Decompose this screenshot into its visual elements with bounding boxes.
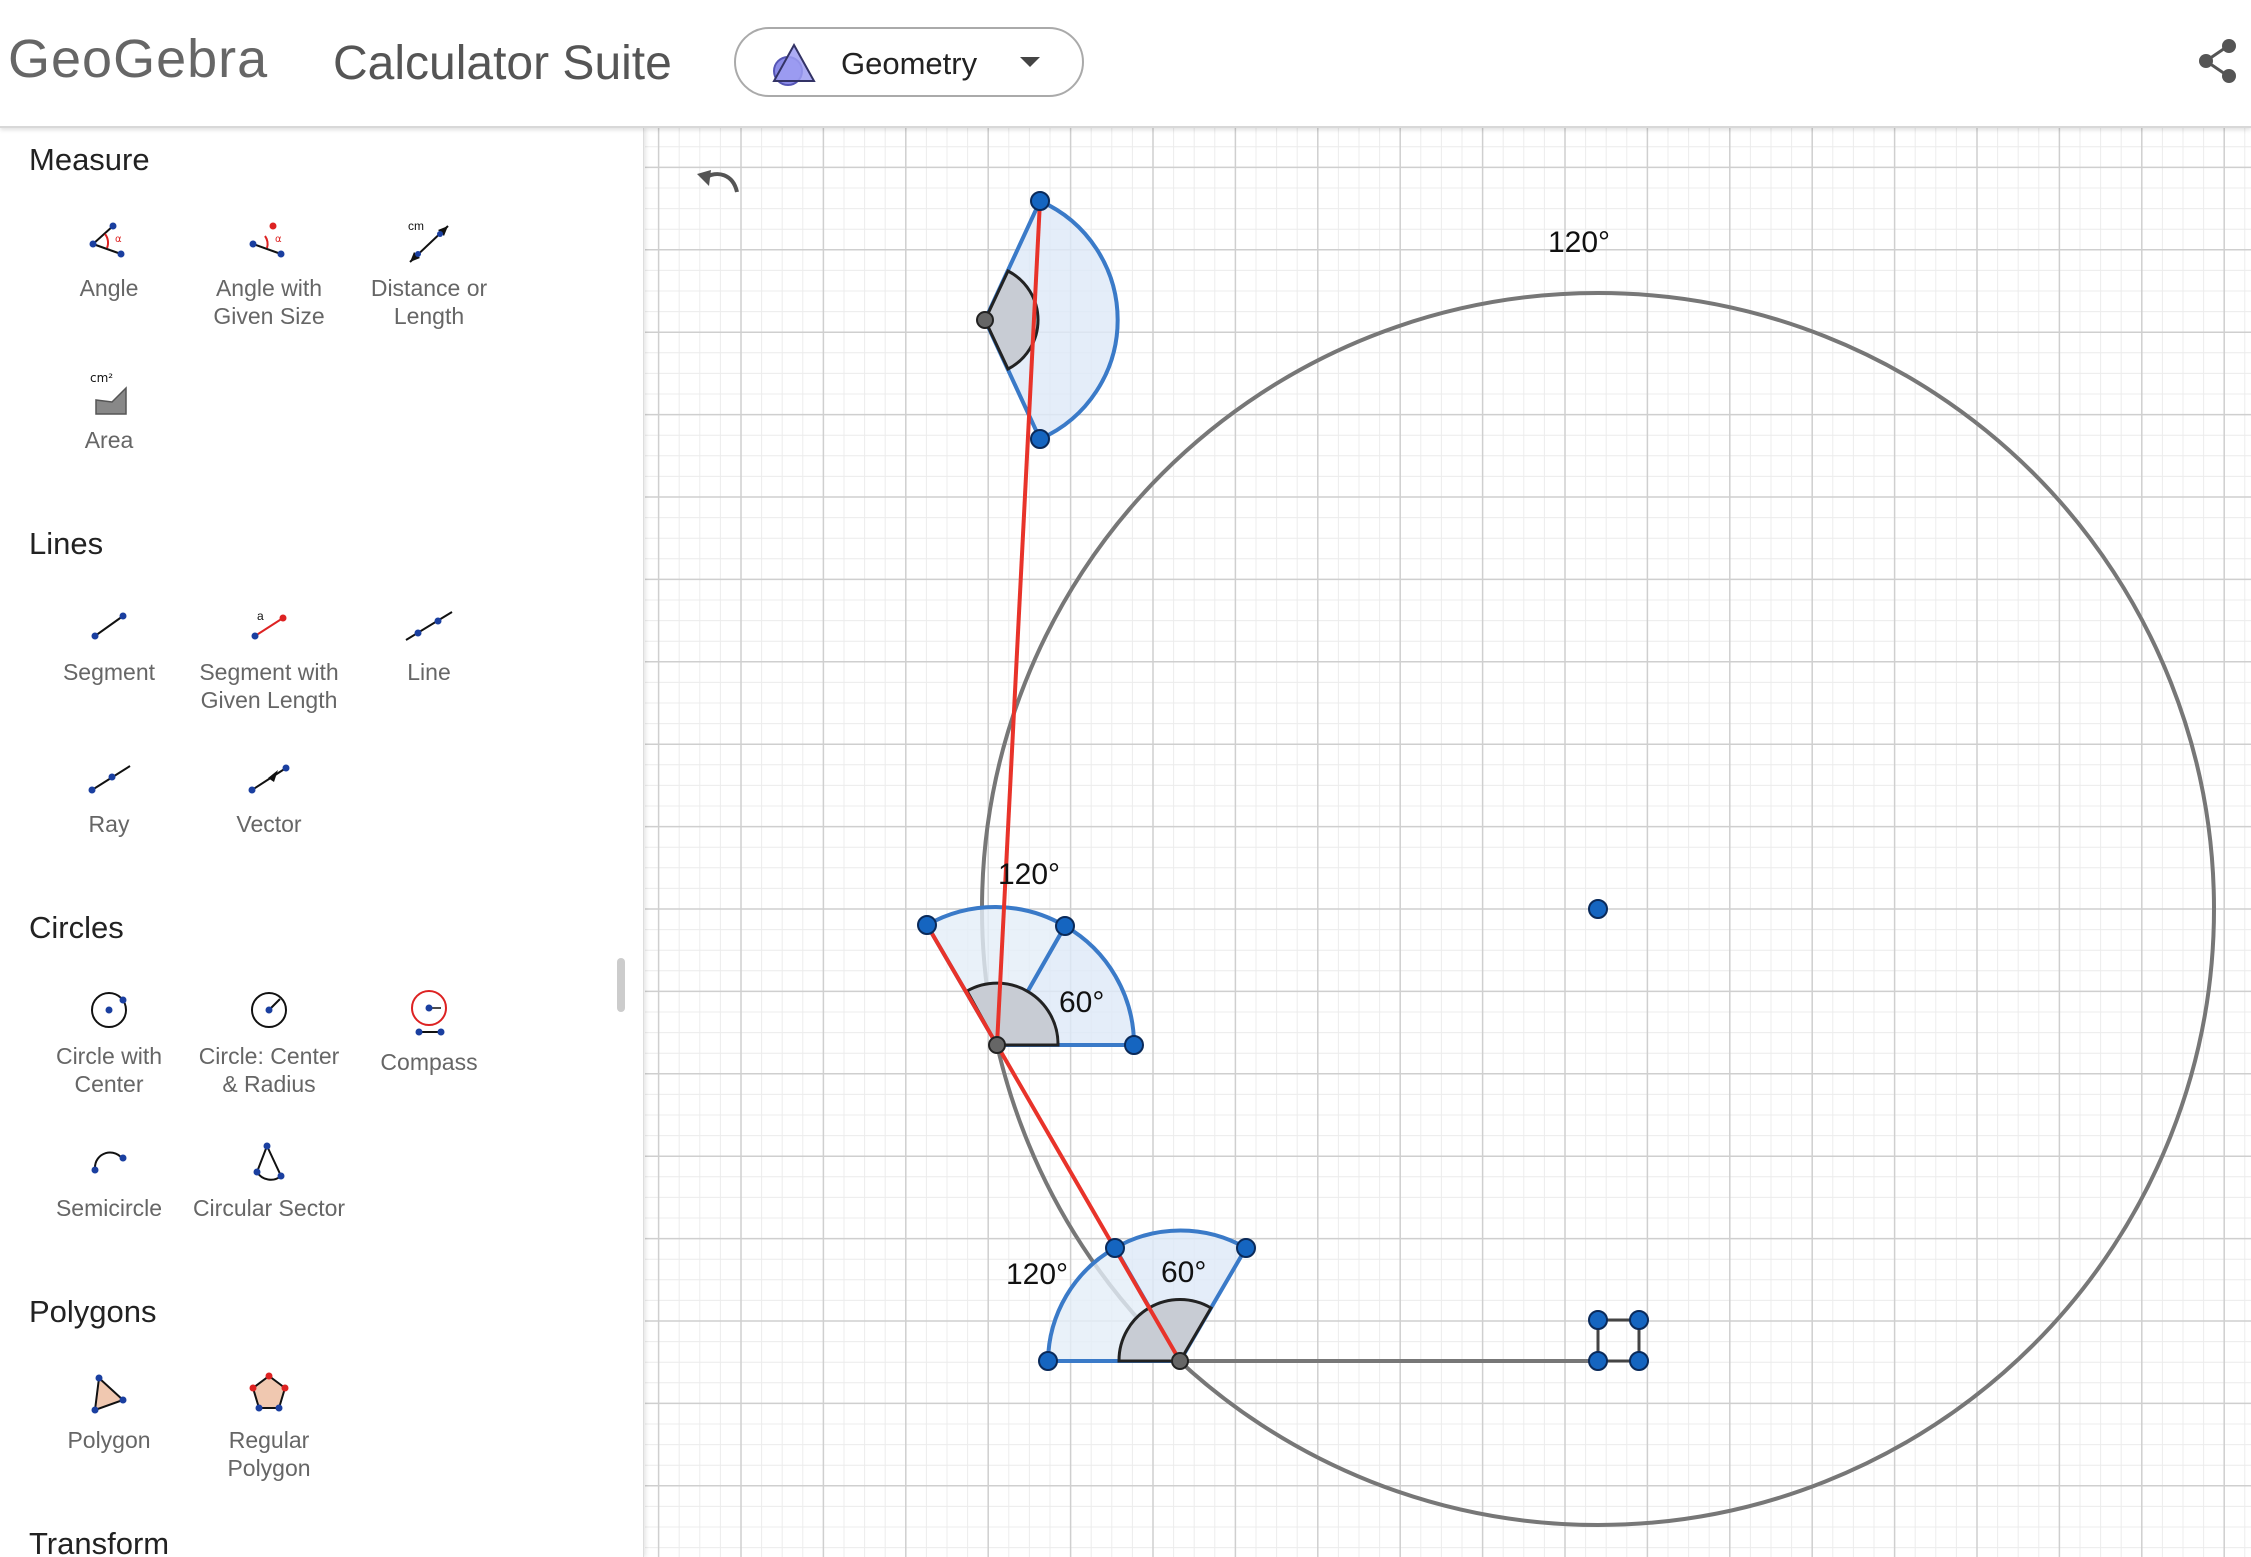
- geometry-app-icon: [770, 41, 818, 94]
- tool-circle-center-radius[interactable]: Circle: Center & Radius: [189, 986, 349, 1098]
- distance-icon: cm: [408, 219, 449, 263]
- suite-title: Calculator Suite: [333, 37, 672, 90]
- point[interactable]: [976, 311, 994, 329]
- tool-label: Circular Sector: [192, 1195, 346, 1221]
- app-selector-label: Geometry: [841, 46, 978, 81]
- point[interactable]: [1124, 1035, 1144, 1055]
- tool-segment-given-length[interactable]: a Segment with Given Length: [189, 602, 349, 714]
- tool-ray[interactable]: Ray: [29, 754, 189, 838]
- tool-label: Area: [84, 427, 134, 453]
- app-header: GeoGebra Calculator Suite Geometry: [0, 0, 2251, 128]
- point[interactable]: [917, 915, 937, 935]
- panel-scroll-handle[interactable]: [617, 958, 625, 1012]
- ray-icon: [88, 765, 131, 794]
- point[interactable]: [1030, 429, 1050, 449]
- tool-label: Semicircle: [55, 1195, 163, 1221]
- tool-label: Circle with Center: [55, 1043, 163, 1097]
- tool-area[interactable]: cm² Area: [29, 370, 189, 454]
- tool-label: Regular Polygon: [227, 1427, 311, 1481]
- vector-icon: [248, 764, 290, 794]
- tool-label: Polygon: [67, 1427, 151, 1453]
- tool-compass[interactable]: Compass: [349, 986, 509, 1076]
- tool-label: Distance or Length: [370, 275, 488, 329]
- category-title-circles: Circles: [29, 910, 124, 945]
- point[interactable]: [988, 1036, 1006, 1054]
- point[interactable]: [1588, 1310, 1608, 1330]
- point[interactable]: [1055, 916, 1075, 936]
- point[interactable]: [1038, 1351, 1058, 1371]
- angle-given-size-icon: α: [249, 222, 285, 258]
- svg-text:α: α: [115, 234, 122, 245]
- construction-drawing: [917, 191, 2216, 1527]
- segment-given-length-icon: a: [251, 609, 287, 640]
- svg-text:α: α: [275, 234, 282, 245]
- category-title-transform: Transform: [29, 1526, 170, 1557]
- geogebra-logo[interactable]: GeoGebra: [8, 28, 268, 90]
- tool-distance-length[interactable]: cm Distance or Length: [349, 218, 509, 330]
- tool-label: Segment: [62, 659, 156, 685]
- logo-text: GeoGebra: [8, 29, 269, 89]
- tool-segment[interactable]: Segment: [29, 602, 189, 686]
- tool-label: Angle with Given Size: [213, 275, 325, 329]
- point[interactable]: [1588, 1351, 1608, 1371]
- category-title-polygons: Polygons: [29, 1294, 157, 1329]
- tool-angle[interactable]: α Angle: [29, 218, 189, 302]
- tool-circular-sector[interactable]: Circular Sector: [189, 1138, 349, 1222]
- regular-polygon-icon: [249, 1372, 289, 1412]
- circle-radius-icon: [251, 992, 287, 1028]
- angle-label: 120°: [1006, 1258, 1069, 1291]
- area-icon: cm²: [90, 371, 127, 415]
- point[interactable]: [1629, 1351, 1649, 1371]
- tool-label: Segment with Given Length: [199, 659, 339, 713]
- icon-text: cm²: [90, 371, 113, 385]
- geometry-canvas[interactable]: 120° 120° 60° 120° 60°: [645, 128, 2251, 1557]
- icon-text: a: [257, 609, 264, 623]
- tool-circle-with-center[interactable]: Circle with Center: [29, 986, 189, 1098]
- tool-line[interactable]: Line: [349, 602, 509, 686]
- point[interactable]: [1171, 1352, 1189, 1370]
- tool-label: Compass: [380, 1049, 478, 1075]
- tool-vector[interactable]: Vector: [189, 754, 349, 838]
- tool-label: Vector: [236, 811, 302, 837]
- tool-regular-polygon[interactable]: Regular Polygon: [189, 1370, 349, 1482]
- tool-label: Ray: [88, 811, 130, 837]
- point[interactable]: [1588, 899, 1608, 919]
- category-title-measure: Measure: [29, 142, 150, 177]
- segment-icon: [91, 612, 127, 640]
- protractor-top[interactable]: [982, 198, 1120, 442]
- protractor-bottom[interactable]: [1045, 1228, 1249, 1365]
- share-icon[interactable]: [2196, 38, 2240, 89]
- angle-label: 120°: [1548, 226, 1611, 259]
- category-title-lines: Lines: [29, 526, 104, 561]
- angle-label: 60°: [1059, 986, 1105, 1019]
- circle-center-icon: [91, 992, 127, 1028]
- compass-icon: [411, 990, 447, 1036]
- point[interactable]: [1105, 1238, 1125, 1258]
- chevron-down-icon: [1018, 55, 1042, 74]
- point[interactable]: [1629, 1310, 1649, 1330]
- app-selector-dropdown[interactable]: Geometry: [734, 27, 1084, 97]
- semicircle-icon: [91, 1151, 127, 1174]
- tool-panel: Measure α Angle α Angle with Given Size …: [0, 128, 644, 1557]
- tool-label: Circle: Center & Radius: [198, 1043, 340, 1097]
- tool-label: Line: [407, 659, 451, 685]
- polygon-icon: [91, 1374, 127, 1414]
- icon-text: cm: [408, 219, 424, 233]
- line-icon: [405, 611, 453, 641]
- tool-label: Angle: [79, 275, 139, 301]
- tool-semicircle[interactable]: Semicircle: [29, 1138, 189, 1222]
- circular-sector-icon: [253, 1142, 285, 1181]
- tool-polygon[interactable]: Polygon: [29, 1370, 189, 1454]
- angle-label: 60°: [1161, 1256, 1207, 1289]
- angle-label: 120°: [998, 858, 1061, 891]
- tool-angle-given-size[interactable]: α Angle with Given Size: [189, 218, 349, 330]
- point[interactable]: [1030, 191, 1050, 211]
- angle-icon: α: [89, 222, 125, 258]
- point[interactable]: [1236, 1238, 1256, 1258]
